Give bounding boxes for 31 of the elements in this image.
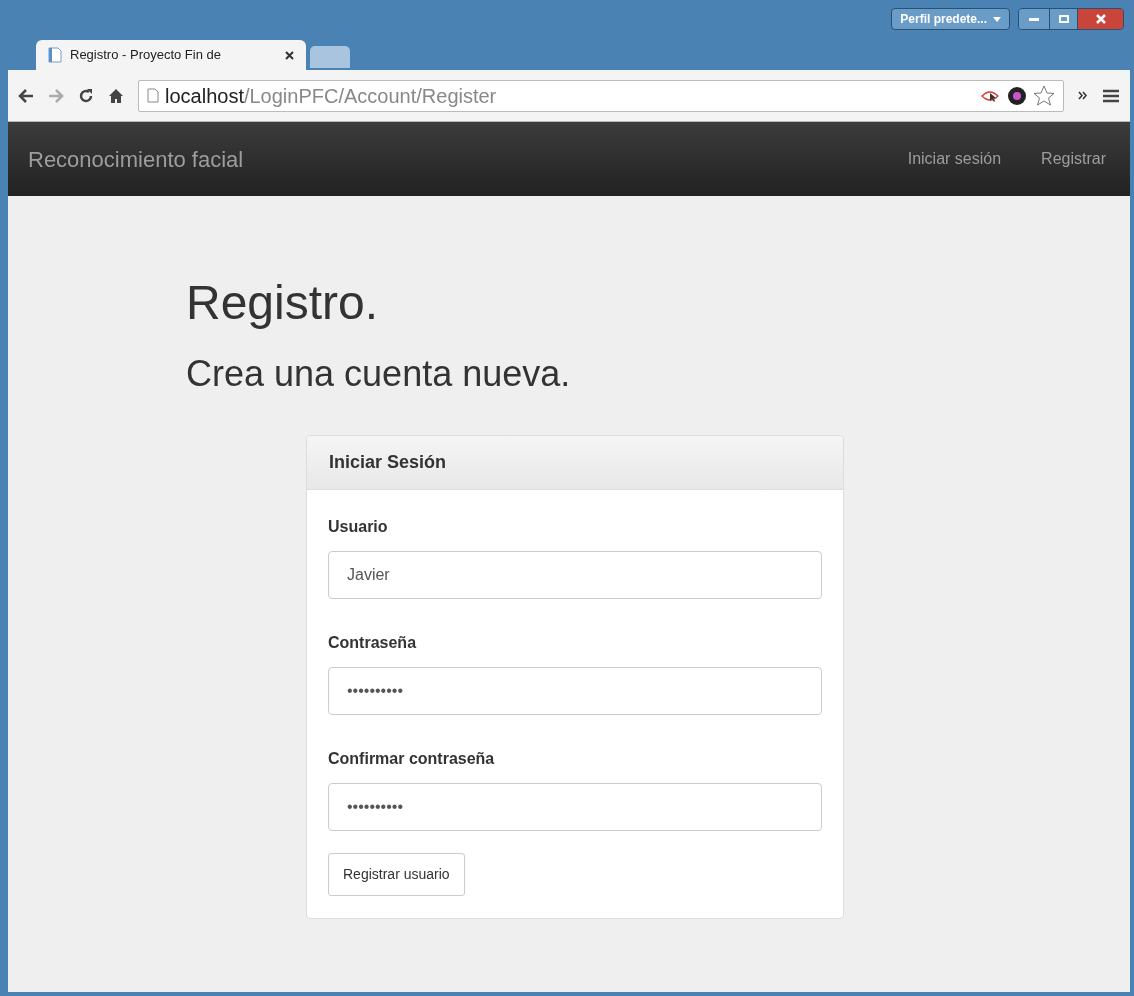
home-icon[interactable] — [108, 87, 124, 104]
input-field[interactable]: •••••••••• — [328, 666, 822, 715]
back-icon[interactable] — [18, 88, 34, 103]
document-icon — [48, 47, 62, 63]
nav-link[interactable]: Registrar — [1041, 147, 1106, 171]
eye-cursor-icon — [981, 88, 1001, 103]
panel-title: Iniciar Sesión — [329, 450, 447, 474]
page-subheading: Crea una cuenta nueva. — [186, 351, 572, 395]
field-label: Contraseña — [328, 632, 418, 653]
page-heading: Registro. — [186, 275, 380, 331]
page-icon — [147, 88, 159, 103]
address-bar[interactable]: localhost/LoginPFC/Account/Register — [138, 79, 1064, 112]
field-label: Usuario — [328, 516, 389, 537]
close-button[interactable] — [1077, 9, 1123, 29]
caret-icon — [993, 16, 1001, 22]
input-field[interactable]: Javier — [328, 550, 822, 599]
close-icon — [1095, 14, 1106, 24]
close-icon[interactable] — [285, 50, 294, 60]
star-icon[interactable] — [1033, 84, 1055, 107]
input-field[interactable]: •••••••••• — [328, 782, 822, 831]
reload-icon[interactable] — [78, 87, 94, 104]
register-button[interactable]: Registrar usuario — [328, 852, 465, 896]
field-label: Confirmar contraseña — [328, 748, 496, 769]
url-text: localhost/LoginPFC/Account/Register — [165, 83, 497, 109]
nav-link[interactable]: Iniciar sesión — [907, 147, 1002, 171]
double-chevron-icon[interactable] — [1078, 91, 1088, 100]
camera-icon — [1007, 85, 1027, 106]
browser-tab[interactable]: Registro - Proyecto Fin de — [36, 40, 306, 70]
brand-link[interactable]: Reconocimiento facial — [28, 142, 244, 176]
menu-icon[interactable] — [1102, 87, 1120, 104]
maximize-button[interactable] — [1049, 9, 1077, 29]
